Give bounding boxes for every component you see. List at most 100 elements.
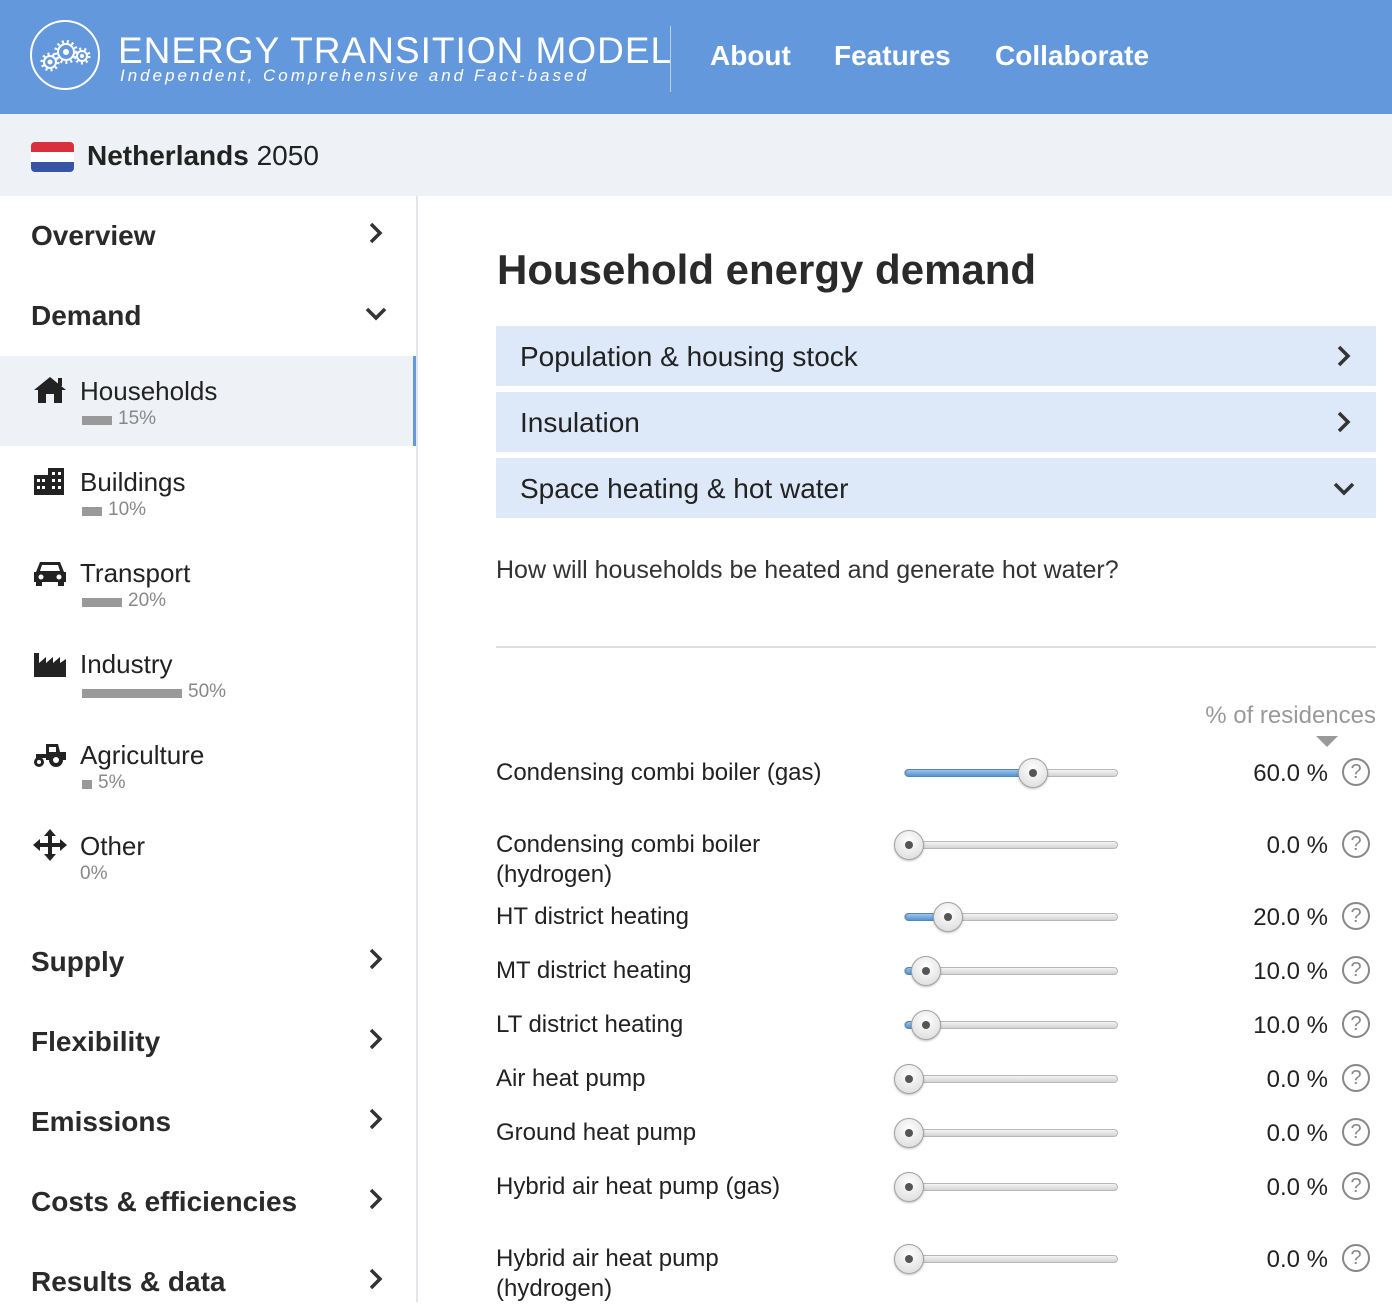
sidebar-section-label: Supply (31, 946, 125, 977)
sidebar-section-overview[interactable]: Overview (0, 206, 416, 266)
sidebar-item-industry[interactable]: Industry 50% (0, 629, 416, 719)
sidebar-item-label: Agriculture (80, 740, 205, 770)
accordion-label: Space heating & hot water (520, 473, 849, 504)
caret-down-icon[interactable] (1316, 736, 1338, 747)
chevron-right-icon (369, 1108, 383, 1130)
divider (496, 646, 1376, 648)
help-question-icon[interactable]: ? (1342, 902, 1370, 930)
page-title: Household energy demand (497, 246, 1037, 293)
slider-track[interactable] (894, 1244, 1118, 1274)
sidebar-item-other[interactable]: Other 0% (0, 811, 416, 901)
slider-value[interactable]: 0.0 % (1196, 1066, 1328, 1094)
share-bar (82, 507, 102, 516)
slider-handle[interactable] (932, 902, 963, 932)
slider-handle[interactable] (894, 1172, 924, 1202)
slider-track[interactable] (894, 830, 1118, 860)
accordion-label: Insulation (520, 407, 640, 438)
share-bar (82, 416, 112, 425)
slider-track[interactable] (904, 956, 1118, 986)
share-percentage: 20% (128, 590, 167, 611)
sidebar-item-buildings[interactable]: Buildings 10% (0, 447, 416, 537)
help-question-icon[interactable]: ? (1342, 1172, 1370, 1200)
chevron-right-icon (369, 222, 383, 244)
slider-label: Ground heat pump (496, 1119, 697, 1146)
sidebar-section-costs[interactable]: Costs & efficiencies (0, 1172, 416, 1232)
scenario-region-bar: Netherlands 2050 (0, 114, 1392, 196)
slider-value[interactable]: 20.0 % (1196, 904, 1328, 932)
nav-collaborate-link[interactable]: Collaborate (995, 40, 1149, 72)
slider-fill (905, 769, 1036, 777)
accordion-insulation[interactable]: Insulation (496, 392, 1376, 452)
unit-selector[interactable]: % of residences (1118, 702, 1376, 730)
sidebar-section-label: Overview (31, 220, 156, 251)
sidebar-section-label: Results & data (31, 1266, 226, 1297)
sidebar: Overview Demand Households 15% Buildings… (0, 196, 418, 1302)
share-bar (82, 780, 92, 789)
slider-track[interactable] (894, 1064, 1118, 1094)
share-percentage: 10% (108, 499, 147, 520)
gears-logo-icon[interactable] (30, 20, 100, 90)
sidebar-section-demand[interactable]: Demand (0, 286, 416, 346)
scenario-title[interactable]: Netherlands 2050 (87, 140, 319, 172)
chevron-right-icon (369, 1028, 383, 1050)
help-question-icon[interactable]: ? (1342, 956, 1370, 984)
slider-label: Hybrid air heat pump (gas) (496, 1173, 781, 1200)
slider-track[interactable] (904, 758, 1118, 788)
chevron-down-icon (1333, 482, 1355, 496)
share-percentage: 5% (98, 772, 126, 793)
sidebar-section-emissions[interactable]: Emissions (0, 1092, 416, 1152)
slider-track[interactable] (904, 902, 1118, 932)
help-question-icon[interactable]: ? (1342, 1010, 1370, 1038)
help-question-icon[interactable]: ? (1342, 1118, 1370, 1146)
sidebar-item-label: Buildings (80, 467, 186, 497)
sidebar-item-transport[interactable]: Transport 20% (0, 538, 416, 628)
slider-label: Condensing combi boiler (gas) (496, 759, 822, 786)
slider-handle[interactable] (894, 1244, 924, 1274)
sidebar-item-agriculture[interactable]: Agriculture 5% (0, 720, 416, 810)
slider-handle[interactable] (894, 1064, 924, 1094)
share-percentage: 0% (80, 863, 108, 884)
help-question-icon[interactable]: ? (1342, 830, 1370, 858)
share-bar (82, 598, 122, 607)
accordion-population-housing[interactable]: Population & housing stock (496, 326, 1376, 386)
slider-value[interactable]: 0.0 % (1196, 1246, 1328, 1274)
sidebar-section-supply[interactable]: Supply (0, 932, 416, 992)
slider-track[interactable] (894, 1172, 1118, 1202)
slider-label: Air heat pump (496, 1065, 646, 1092)
slider-handle[interactable] (894, 1118, 924, 1148)
share-percentage: 50% (188, 681, 227, 702)
accordion-space-heating[interactable]: Space heating & hot water (496, 458, 1376, 518)
share-percentage: 15% (118, 408, 157, 429)
sidebar-section-label: Demand (31, 300, 142, 331)
car-icon (34, 562, 66, 586)
slider-handle[interactable] (1018, 758, 1049, 788)
nav-features-link[interactable]: Features (834, 40, 951, 72)
help-question-icon[interactable]: ? (1342, 1244, 1370, 1272)
buildings-icon (34, 468, 64, 495)
sidebar-item-households[interactable]: Households 15% (0, 356, 416, 446)
slider-value[interactable]: 10.0 % (1196, 958, 1328, 986)
slider-value[interactable]: 0.0 % (1196, 832, 1328, 860)
slider-track[interactable] (904, 1010, 1118, 1040)
slider-handle[interactable] (911, 956, 942, 986)
sidebar-section-results[interactable]: Results & data (0, 1252, 416, 1312)
end-year: 2050 (256, 140, 319, 171)
slider-value[interactable]: 60.0 % (1196, 760, 1328, 788)
share-bar (82, 689, 182, 698)
section-question: How will households be heated and genera… (496, 556, 1119, 584)
slider-value[interactable]: 0.0 % (1196, 1174, 1328, 1202)
help-question-icon[interactable]: ? (1342, 758, 1370, 786)
factory-icon (34, 653, 66, 677)
slider-label: Hybrid air heat pump (hydrogen) (496, 1245, 719, 1302)
slider-track[interactable] (894, 1118, 1118, 1148)
nav-about-link[interactable]: About (710, 40, 791, 72)
house-icon (34, 377, 66, 403)
slider-value[interactable]: 0.0 % (1196, 1120, 1328, 1148)
sidebar-section-flexibility[interactable]: Flexibility (0, 1012, 416, 1072)
slider-handle[interactable] (894, 830, 924, 860)
help-question-icon[interactable]: ? (1342, 1064, 1370, 1092)
main-content: Household energy demand Population & hou… (418, 196, 1392, 1302)
slider-value[interactable]: 10.0 % (1196, 1012, 1328, 1040)
tractor-icon (34, 744, 66, 767)
slider-handle[interactable] (911, 1010, 942, 1040)
